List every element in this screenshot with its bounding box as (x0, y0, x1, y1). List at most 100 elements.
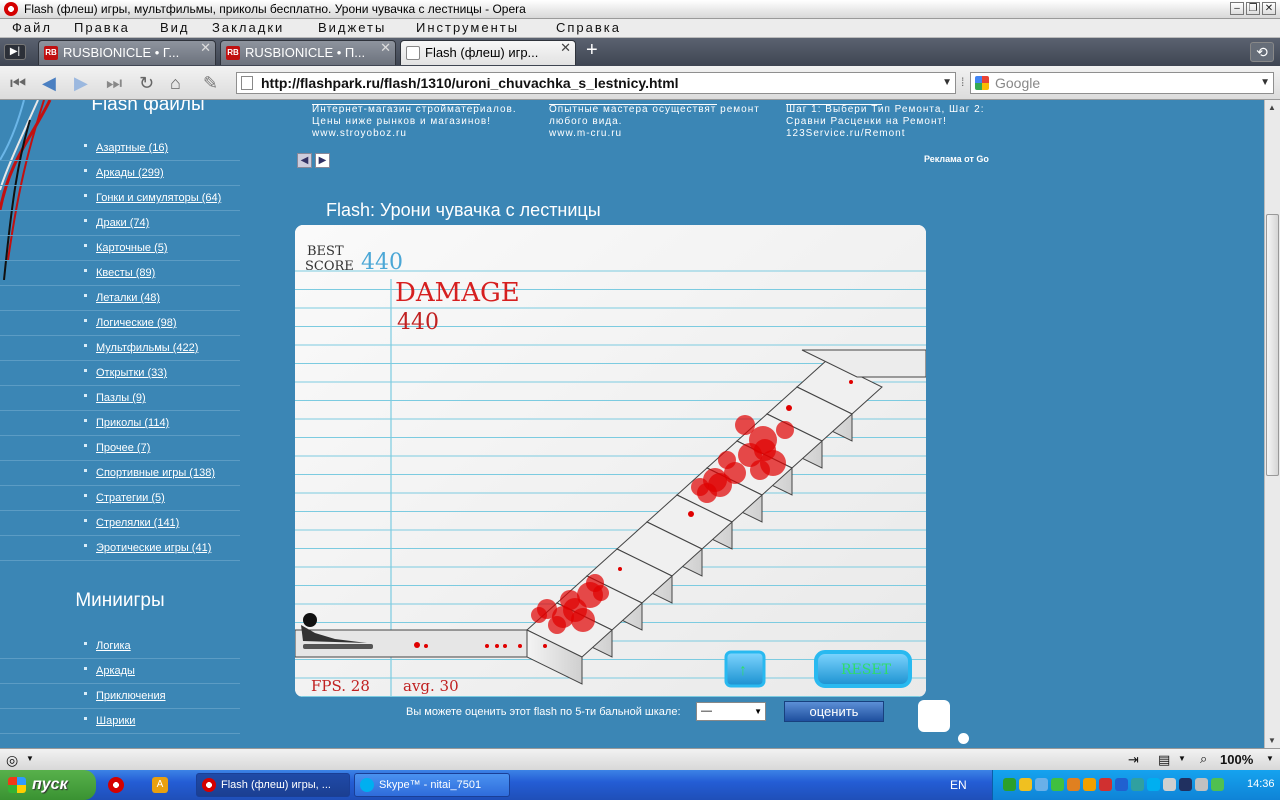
close-icon[interactable]: ✕ (560, 41, 571, 60)
opera-quicklaunch-icon[interactable] (108, 777, 124, 793)
tab-rusbionicle-2[interactable]: RB RUSBIONICLE • П... ✕ (220, 40, 396, 65)
category-link[interactable]: Азартные (16) (96, 142, 168, 154)
tab-rusbionicle-1[interactable]: RB RUSBIONICLE • Г... ✕ (38, 40, 216, 65)
menu-widgets[interactable]: Виджеты (318, 20, 386, 35)
tray-app-icon[interactable] (1083, 778, 1096, 791)
shield-icon[interactable] (1019, 778, 1032, 791)
maximize-button[interactable]: ❐ (1246, 2, 1260, 15)
category-link[interactable]: Пазлы (9) (96, 392, 146, 404)
scroll-up-arrow-icon[interactable]: ▲ (1268, 103, 1276, 112)
menu-help[interactable]: Справка (556, 20, 621, 35)
ad-next-arrow-icon[interactable]: ▶ (315, 153, 330, 168)
sidebar-category-item[interactable]: Прочее (7) (0, 436, 240, 461)
rating-select[interactable]: — ▼ (696, 702, 766, 721)
sidebar-category-item[interactable]: Стратегии (5) (0, 486, 240, 511)
bluetooth-icon[interactable] (1115, 778, 1128, 791)
close-icon[interactable]: ✕ (380, 41, 391, 60)
category-link[interactable]: Стратегии (5) (96, 492, 165, 504)
close-window-button[interactable]: ✕ (1262, 2, 1276, 15)
category-link[interactable]: Стрелялки (141) (96, 517, 179, 529)
minimize-button[interactable]: – (1230, 2, 1244, 15)
taskbar-item-opera[interactable]: Flash (флеш) игры, ... (196, 773, 350, 797)
new-tab-plus-icon[interactable]: + (586, 39, 598, 62)
sidebar-category-item[interactable]: Эротические игры (41) (0, 536, 240, 561)
tray-app-icon[interactable] (1067, 778, 1080, 791)
sidebar-category-item[interactable]: Квесты (89) (0, 261, 240, 286)
view-toggle-icon[interactable]: ▤ (1158, 752, 1170, 768)
sidebar-category-item[interactable]: Мультфильмы (422) (0, 336, 240, 361)
scrollbar-thumb[interactable] (1266, 214, 1279, 476)
sidebar-category-item[interactable]: Пазлы (9) (0, 386, 240, 411)
chevron-down-icon[interactable]: ▼ (1260, 73, 1270, 93)
minigame-category-item[interactable]: Шарики (0, 709, 240, 734)
category-link[interactable]: Квесты (89) (96, 267, 155, 279)
sidebar-category-item[interactable]: Открытки (33) (0, 361, 240, 386)
quicklaunch-app-icon[interactable]: A (152, 777, 168, 793)
menu-bookmarks[interactable]: Закладки (212, 20, 284, 35)
category-link[interactable]: Приколы (114) (96, 417, 169, 429)
taskbar-item-skype[interactable]: Skype™ - nitai_7501 (354, 773, 510, 797)
ad-block-3[interactable]: Шаг 1: Выбери Тип Ремонта, Шаг 2: Сравни… (786, 104, 985, 140)
category-link[interactable]: Спортивные игры (138) (96, 467, 215, 479)
chevron-down-icon[interactable]: ▼ (1178, 754, 1186, 763)
game-canvas[interactable]: BEST SCORE 440 DAMAGE 440 FPS. 28 avg. 3… (295, 225, 926, 697)
sidebar-category-item[interactable]: Азартные (16) (0, 136, 240, 161)
sidebar-category-item[interactable]: Приколы (114) (0, 411, 240, 436)
tray-app-icon[interactable] (1051, 778, 1064, 791)
minigame-category-item[interactable]: Аркады (0, 659, 240, 684)
reset-button[interactable]: RESET (814, 650, 912, 688)
sidebar-category-item[interactable]: Стрелялки (141) (0, 511, 240, 536)
menu-view[interactable]: Вид (160, 20, 190, 35)
ad-url[interactable]: www.stroyoboz.ru (312, 128, 517, 140)
ad-credit[interactable]: Реклама от Go (924, 154, 989, 164)
url-field[interactable]: http://flashpark.ru/flash/1310/uroni_chu… (236, 72, 956, 94)
category-link[interactable]: Эротические игры (41) (96, 542, 211, 554)
speaker-icon[interactable] (1195, 778, 1208, 791)
scroll-down-arrow-icon[interactable]: ▼ (1268, 736, 1276, 745)
replay-button[interactable]: ↑ (724, 650, 766, 688)
ad-block-2[interactable]: Опытные мастера осуществят ремонт любого… (549, 104, 760, 140)
vertical-scrollbar[interactable]: ▲ ▼ (1264, 100, 1280, 748)
sidebar-category-item[interactable]: Гонки и симуляторы (64) (0, 186, 240, 211)
tray-app-icon[interactable] (1131, 778, 1144, 791)
skype-tray-icon[interactable] (1147, 778, 1160, 791)
ad-prev-arrow-icon[interactable]: ◀ (297, 153, 312, 168)
back-arrow-icon[interactable]: ◀ (42, 74, 56, 92)
start-button[interactable]: пуск (0, 770, 96, 800)
tab-flash-active[interactable]: Flash (флеш) игр... ✕ (400, 40, 576, 65)
menu-file[interactable]: Файл (12, 20, 52, 35)
tray-app-icon[interactable] (1099, 778, 1112, 791)
fast-forward-icon[interactable]: ⏭ (106, 74, 122, 92)
sidebar-category-item[interactable]: Аркады (299) (0, 161, 240, 186)
category-link[interactable]: Гонки и симуляторы (64) (96, 192, 221, 204)
speed-dial-icon[interactable]: ◎ (6, 752, 18, 769)
sidebar-category-item[interactable]: Спортивные игры (138) (0, 461, 240, 486)
rewind-icon[interactable]: ⏮ (10, 74, 26, 92)
network-icon[interactable] (1035, 778, 1048, 791)
clock[interactable]: 14:36 (1247, 778, 1275, 790)
rate-button[interactable]: оценить (784, 701, 884, 722)
minigame-link[interactable]: Приключения (96, 690, 166, 702)
category-link[interactable]: Леталки (48) (96, 292, 160, 304)
zoom-level[interactable]: 100% (1220, 752, 1253, 767)
category-link[interactable]: Драки (74) (96, 217, 149, 229)
opera-logo-icon[interactable] (4, 2, 18, 16)
flash-game[interactable]: BEST SCORE 440 DAMAGE 440 FPS. 28 avg. 3… (295, 225, 926, 697)
sidebar-category-item[interactable]: Карточные (5) (0, 236, 240, 261)
chevron-down-icon[interactable]: ▼ (26, 754, 34, 763)
minigame-category-item[interactable]: Приключения (0, 684, 240, 709)
panel-toggle-icon[interactable]: ▶| (4, 44, 26, 60)
reload-icon[interactable]: ↻ (139, 74, 154, 92)
category-link[interactable]: Мультфильмы (422) (96, 342, 198, 354)
trash-history-icon[interactable]: ⟲ (1250, 42, 1274, 62)
tray-app-icon[interactable] (1003, 778, 1016, 791)
category-link[interactable]: Логические (98) (96, 317, 177, 329)
turbo-icon[interactable]: ⇥ (1128, 752, 1139, 768)
home-icon[interactable]: ⌂ (170, 74, 181, 92)
search-field[interactable]: Google ▼ (970, 72, 1274, 94)
forward-arrow-icon[interactable]: ▶ (74, 74, 88, 92)
minigame-link[interactable]: Логика (96, 640, 131, 652)
category-link[interactable]: Карточные (5) (96, 242, 168, 254)
edit-pen-icon[interactable]: ✎ (203, 74, 218, 92)
language-indicator[interactable]: EN (950, 778, 967, 792)
